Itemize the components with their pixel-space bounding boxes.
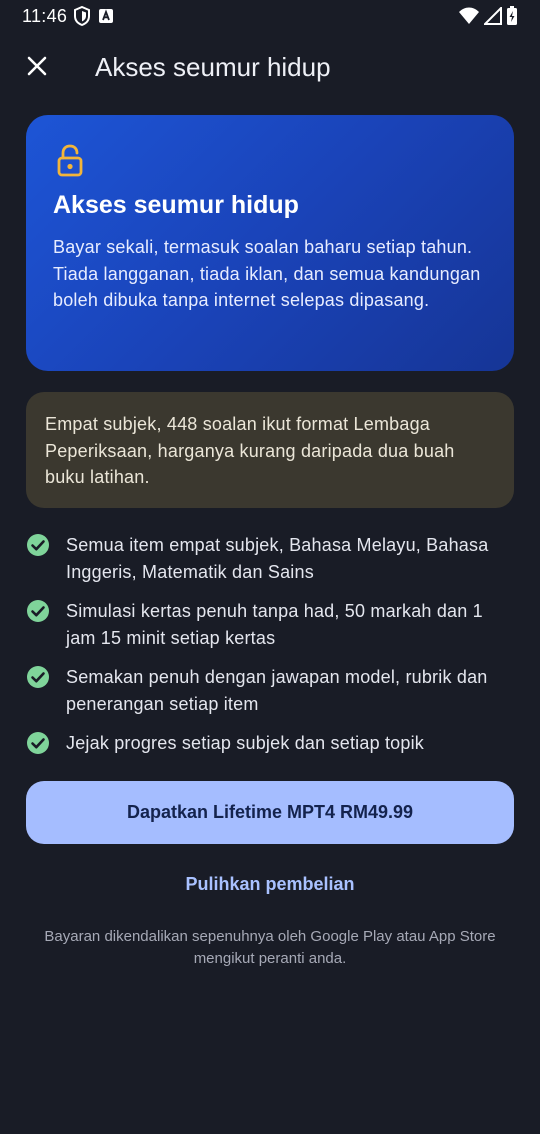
signal-icon (484, 7, 502, 25)
feature-item: Semakan penuh dengan jawapan model, rubr… (26, 664, 514, 717)
restore-purchase-link[interactable]: Pulihkan pembelian (0, 874, 540, 895)
check-circle-icon (26, 731, 50, 755)
feature-text: Jejak progres setiap subjek dan setiap t… (66, 733, 425, 753)
status-right (458, 6, 518, 26)
battery-icon (506, 6, 518, 26)
payment-footnote: Bayaran dikendalikan sepenuhnya oleh Goo… (44, 928, 496, 967)
lifetime-hero-card: Akses seumur hidup Bayar sekali, termasu… (26, 115, 514, 371)
feature-text: Semua item empat subjek, Bahasa Melayu, … (66, 535, 489, 582)
check-circle-icon (26, 533, 50, 557)
feature-list: Semua item empat subjek, Bahasa Melayu, … (26, 532, 514, 770)
page-title: Akses seumur hidup (95, 52, 331, 82)
font-a-icon (97, 7, 115, 25)
value-note-card: Empat subjek, 448 soalan ikut format Lem… (26, 392, 514, 508)
hero-description: Bayar sekali, termasuk soalan baharu set… (53, 237, 481, 310)
shield-icon (73, 6, 91, 26)
feature-item: Simulasi kertas penuh tanpa had, 50 mark… (26, 598, 514, 651)
app-bar: Akses seumur hidup (0, 40, 540, 96)
close-button[interactable] (20, 48, 54, 88)
check-circle-icon (26, 665, 50, 689)
value-note-text: Empat subjek, 448 soalan ikut format Lem… (45, 414, 455, 487)
wifi-icon (458, 7, 480, 25)
check-circle-icon (26, 599, 50, 623)
status-left: 11:46 (22, 6, 115, 27)
buy-lifetime-button[interactable]: Dapatkan Lifetime MPT4 RM49.99 (26, 781, 514, 844)
feature-item: Semua item empat subjek, Bahasa Melayu, … (26, 532, 514, 585)
status-time: 11:46 (22, 5, 68, 26)
feature-text: Simulasi kertas penuh tanpa had, 50 mark… (66, 601, 483, 648)
feature-item: Jejak progres setiap subjek dan setiap t… (26, 730, 514, 757)
hero-title: Akses seumur hidup (53, 191, 299, 219)
lock-open-icon (53, 143, 87, 177)
close-icon (26, 55, 48, 82)
status-bar: 11:46 (0, 0, 540, 32)
feature-text: Semakan penuh dengan jawapan model, rubr… (66, 667, 488, 714)
